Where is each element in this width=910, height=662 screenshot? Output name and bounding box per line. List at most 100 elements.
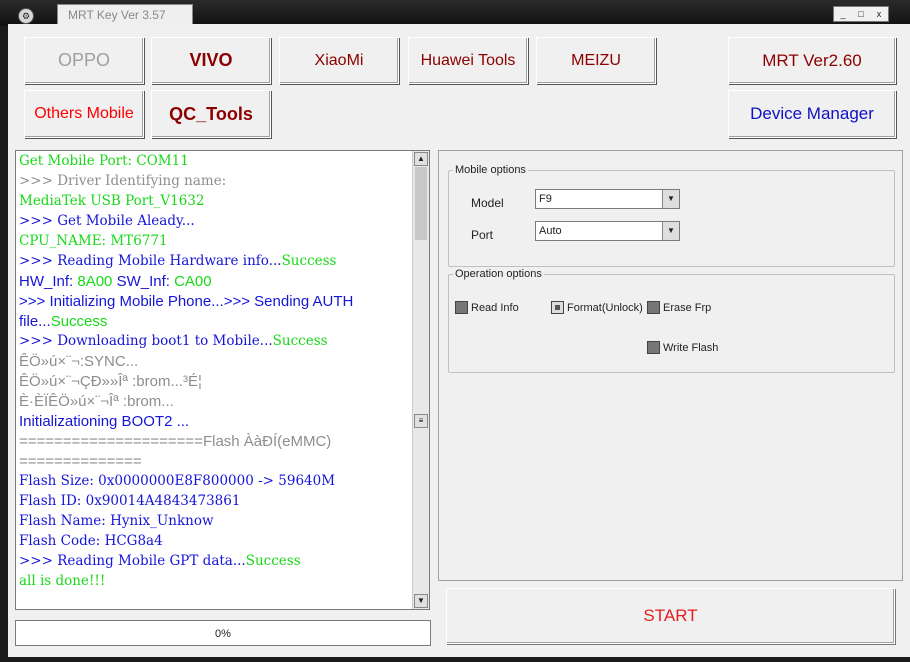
log-line: >>> Driver Identifying name: (19, 173, 226, 189)
log-segment: Initializationing BOOT2 ... (19, 413, 190, 430)
vivo-button[interactable]: VIVO (151, 37, 271, 84)
erase-frp-checkbox[interactable]: Erase Frp (647, 301, 711, 314)
checkbox-box[interactable] (551, 301, 564, 314)
log-segment: È·ÈÏÊÖ»ú×¨¬Îª :brom... (19, 393, 174, 410)
format-unlock-label: Format(Unlock) (567, 301, 643, 314)
log-segment: Get Mobile Port: COM11 (19, 153, 189, 169)
log-line: ÊÖ»ú×¨¬ÇÐ»»Îª :brom...³É¦ (19, 373, 202, 390)
arrow-down-icon[interactable]: ▼ (414, 594, 428, 608)
log-segment: all is done!!! (19, 573, 106, 589)
model-value: F9 (539, 193, 552, 205)
chevron-down-icon[interactable]: ▼ (662, 190, 679, 208)
log-line: HW_Inf: 8A00 SW_Inf: CA00 (19, 273, 212, 290)
oppo-button[interactable]: OPPO (24, 37, 144, 84)
scrollbar-track[interactable] (415, 167, 427, 240)
log-segment: >>> Reading Mobile GPT data... (19, 553, 246, 569)
log-segment: 8A00 (77, 273, 113, 290)
log-line: >>> Reading Mobile GPT data...Success (19, 553, 301, 569)
log-segment: Success (245, 553, 301, 569)
close-button[interactable]: x (870, 7, 888, 21)
log-line: >>> Get Mobile Aleady... (19, 213, 195, 229)
port-select[interactable]: Auto ▼ (535, 221, 680, 241)
title-bar: ⚙ MRT Key Ver 3.57 _ □ x (0, 0, 910, 26)
log-segment: >>> Initializing Mobile Phone...>>> Send… (19, 293, 354, 310)
progress-bar: 0% (15, 620, 431, 646)
log-line: >>> Initializing Mobile Phone...>>> Send… (19, 293, 353, 310)
log-line: ============== (19, 453, 142, 470)
log-line: file...Success (19, 313, 107, 330)
log-line: all is done!!! (19, 573, 105, 589)
arrow-up-icon[interactable]: ▲ (414, 152, 428, 166)
log-segment: Success (50, 313, 108, 330)
log-line: Flash Size: 0x0000000E8F800000 -> 59640M (19, 473, 335, 489)
log-segment: >>> Get Mobile Aleady... (19, 213, 195, 229)
operation-options-group (448, 274, 895, 373)
others-mobile-button[interactable]: Others Mobile (24, 90, 144, 138)
minimize-button[interactable]: _ (834, 7, 852, 21)
log-segment: >>> Reading Mobile Hardware info... (19, 253, 282, 269)
log-segment: >>> Driver Identifying name: (19, 173, 227, 189)
write-flash-checkbox[interactable]: Write Flash (647, 341, 718, 354)
app-gear-icon[interactable]: ⚙ (18, 8, 34, 24)
log-line: Get Mobile Port: COM11 (19, 153, 189, 169)
log-line: ÊÖ»ú×¨¬:SYNC... (19, 353, 138, 370)
log-segment: ÊÖ»ú×¨¬:SYNC... (19, 353, 139, 370)
maximize-button[interactable]: □ (852, 7, 870, 21)
progress-label: 0% (215, 628, 231, 640)
log-segment: CA00 (174, 273, 212, 290)
read-info-checkbox[interactable]: Read Info (455, 301, 519, 314)
read-info-label: Read Info (471, 301, 519, 314)
log-segment: ============== (19, 453, 142, 470)
log-segment: Flash Size: 0x0000000E8F800000 -> 59640M (19, 473, 336, 489)
model-label: Model (471, 196, 504, 210)
mrt-version-button[interactable]: MRT Ver2.60 (728, 37, 896, 84)
port-value: Auto (539, 225, 562, 237)
log-line: Flash Name: Hynix_Unknow (19, 513, 214, 529)
log-segment: HW_Inf: (19, 273, 78, 290)
port-label: Port (471, 228, 494, 242)
log-line: È·ÈÏÊÖ»ú×¨¬Îª :brom... (19, 393, 174, 410)
model-select[interactable]: F9 ▼ (535, 189, 680, 209)
log-line: Flash ID: 0x90014A4843473861 (19, 493, 240, 509)
log-segment: SW_Inf: (112, 273, 175, 290)
window-title: MRT Key Ver 3.57 (68, 8, 166, 22)
log-line: MediaTek USB Port_V1632 (19, 193, 204, 209)
log-scrollbar[interactable]: ▲ ≡ ▼ (412, 151, 429, 609)
checkbox-box[interactable] (455, 301, 468, 314)
log-segment: Flash Code: HCG8a4 (19, 533, 163, 549)
log-line: Flash Code: HCG8a4 (19, 533, 163, 549)
log-segment: MediaTek USB Port_V1632 (19, 193, 205, 209)
log-line: >>> Reading Mobile Hardware info...Succe… (19, 253, 336, 269)
log-segment: >>> Downloading boot1 to Mobile... (19, 333, 273, 349)
chevron-down-icon[interactable]: ▼ (662, 222, 679, 240)
format-unlock-checkbox[interactable]: Format(Unlock) (551, 301, 643, 314)
log-segment: Flash ID: 0x90014A4843473861 (19, 493, 241, 509)
log-segment: file... (19, 313, 51, 330)
mobile-options-group (448, 170, 895, 267)
device-manager-button[interactable]: Device Manager (728, 90, 896, 138)
log-segment: Success (272, 333, 328, 349)
checkbox-box[interactable] (647, 341, 660, 354)
log-line: CPU_NAME: MT6771 (19, 233, 168, 249)
operation-options-title: Operation options (453, 268, 544, 280)
log-segment: Success (281, 253, 337, 269)
huawei-tools-button[interactable]: Huawei Tools (408, 37, 528, 84)
log-line: Initializationing BOOT2 ... (19, 413, 189, 430)
log-output[interactable]: Get Mobile Port: COM11 >>> Driver Identif… (15, 150, 430, 610)
qc-tools-button[interactable]: QC_Tools (151, 90, 271, 138)
log-segment: =====================Flash ÀàÐÍ(eMMC) (19, 433, 332, 450)
checkbox-box[interactable] (647, 301, 660, 314)
log-segment: ÊÖ»ú×¨¬ÇÐ»»Îª :brom...³É¦ (19, 373, 202, 390)
write-flash-label: Write Flash (663, 341, 719, 354)
erase-frp-label: Erase Frp (663, 301, 712, 314)
scrollbar-thumb[interactable]: ≡ (414, 414, 428, 428)
start-button[interactable]: START (446, 588, 895, 644)
log-segment: CPU_NAME: MT6771 (19, 233, 168, 249)
mobile-options-title: Mobile options (453, 164, 528, 176)
meizu-button[interactable]: MEIZU (536, 37, 656, 84)
log-line: =====================Flash ÀàÐÍ(eMMC) (19, 433, 331, 450)
log-line: >>> Downloading boot1 to Mobile...Succes… (19, 333, 328, 349)
xiaomi-button[interactable]: XiaoMi (279, 37, 399, 84)
log-segment: Flash Name: Hynix_Unknow (19, 513, 214, 529)
window-controls: _ □ x (833, 6, 889, 22)
